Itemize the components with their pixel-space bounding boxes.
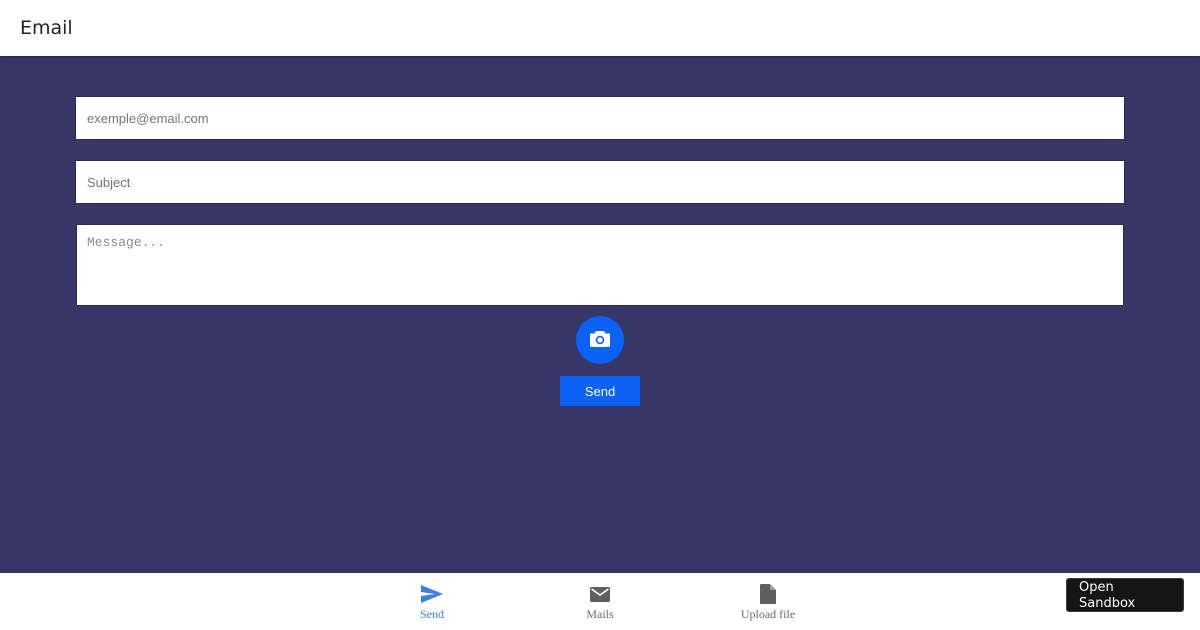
- send-icon: [420, 583, 444, 605]
- subject-field[interactable]: [75, 160, 1125, 204]
- app-header: Email: [0, 0, 1200, 56]
- nav-item-mails[interactable]: Mails: [540, 573, 660, 630]
- send-button[interactable]: Send: [560, 376, 640, 406]
- page-title: Email: [20, 17, 73, 39]
- nav-item-upload-file[interactable]: Upload file: [708, 573, 828, 630]
- nav-label-send: Send: [420, 607, 444, 621]
- mail-icon: [589, 583, 611, 605]
- email-field[interactable]: [75, 96, 1125, 140]
- message-field[interactable]: [76, 224, 1124, 306]
- bottom-nav: Send Mails Upload file: [0, 573, 1200, 630]
- open-sandbox-button[interactable]: Open Sandbox: [1066, 578, 1184, 612]
- nav-label-upload-file: Upload file: [740, 607, 796, 621]
- nav-item-send[interactable]: Send: [372, 573, 492, 630]
- file-icon: [759, 583, 777, 605]
- camera-button[interactable]: [576, 316, 624, 364]
- nav-label-mails: Mails: [586, 607, 614, 621]
- camera-icon: [589, 330, 611, 351]
- compose-area: Send: [0, 56, 1200, 573]
